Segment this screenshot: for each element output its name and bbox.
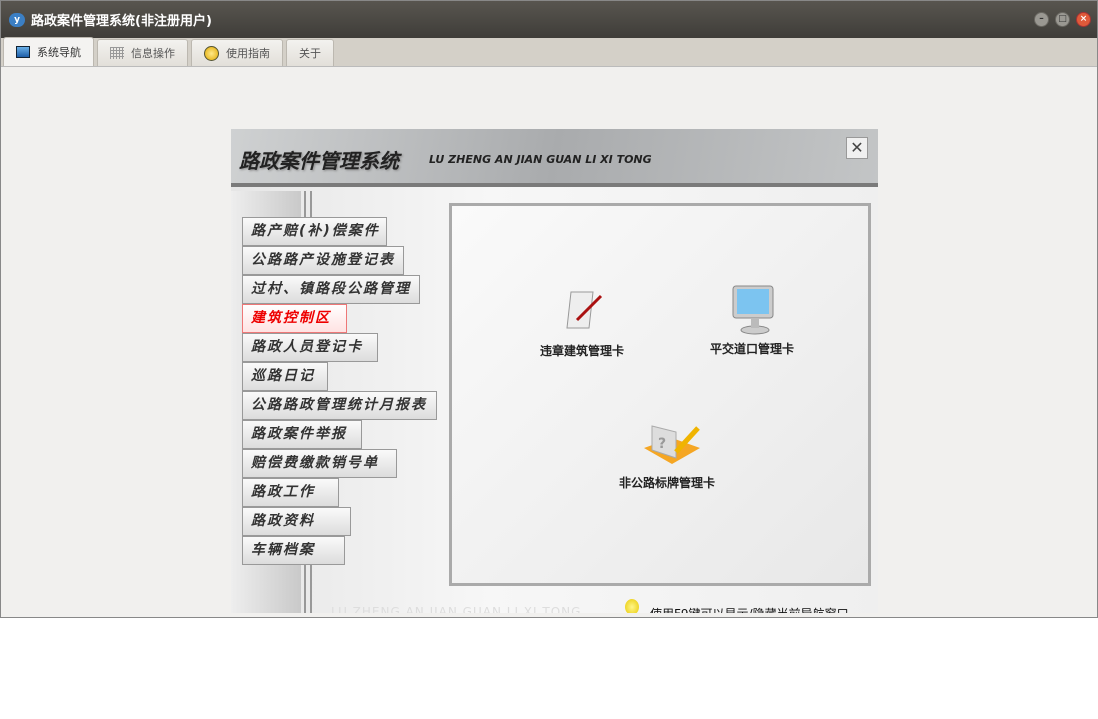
content-area: 违章建筑管理卡 平交道口管理卡 ? 非公路标牌管理卡 — [449, 203, 871, 586]
menu-item[interactable]: 路政工作 — [242, 478, 339, 507]
menu-item[interactable]: 车辆档案 — [242, 536, 345, 565]
tab-bar: 系统导航 信息操作 使用指南 关于 — [1, 37, 1097, 67]
menu-item[interactable]: 路政资料 — [242, 507, 351, 536]
menu-item[interactable]: 巡路日记 — [242, 362, 328, 391]
close-icon[interactable]: ✕ — [846, 137, 868, 159]
card-label: 非公路标牌管理卡 — [618, 476, 715, 490]
menu-item[interactable]: 路产赔(补)偿案件 — [242, 217, 387, 246]
help-icon — [204, 45, 219, 61]
card-illegal-building[interactable]: 违章建筑管理卡 — [522, 286, 642, 359]
monitor-icon — [727, 284, 777, 335]
menu-item[interactable]: 路政案件举报 — [242, 420, 362, 449]
tab-system-nav[interactable]: 系统导航 — [3, 37, 94, 66]
banner: 路政案件管理系统 LU ZHENG AN JIAN GUAN LI XI TON… — [231, 129, 878, 187]
tab-label: 关于 — [299, 47, 321, 60]
hint-text: 使用F9键可以显示/隐藏当前导航窗口 — [650, 605, 849, 613]
menu-item[interactable]: 赔偿费缴款销号单 — [242, 449, 397, 478]
minimize-button[interactable]: – — [1034, 12, 1049, 27]
menu-item-selected[interactable]: 建筑控制区 — [242, 304, 347, 333]
app-logo-icon: y — [9, 12, 25, 27]
tab-guide[interactable]: 使用指南 — [191, 39, 283, 66]
banner-title: 路政案件管理系统 — [239, 149, 399, 173]
lightbulb-icon — [625, 599, 639, 613]
navigation-panel: 路政案件管理系统 LU ZHENG AN JIAN GUAN LI XI TON… — [231, 129, 878, 613]
menu-item[interactable]: 路政人员登记卡 — [242, 333, 378, 362]
menu-item[interactable]: 公路路政管理统计月报表 — [242, 391, 437, 420]
notebook-icon: ? — [642, 418, 700, 468]
title-bar: y 路政案件管理系统(非注册用户) – □ × — [1, 1, 1097, 38]
card-crossing[interactable]: 平交道口管理卡 — [692, 284, 812, 357]
scroll-icon — [557, 286, 607, 336]
tab-about[interactable]: 关于 — [286, 39, 334, 66]
grid-icon — [110, 47, 124, 59]
window-title: 路政案件管理系统(非注册用户) — [31, 14, 212, 29]
card-signboard[interactable]: ? 非公路标牌管理卡 — [602, 418, 732, 491]
banner-subtitle: LU ZHENG AN JIAN GUAN LI XI TONG — [429, 153, 652, 166]
card-label: 违章建筑管理卡 — [539, 344, 624, 358]
close-window-button[interactable]: × — [1076, 12, 1091, 27]
watermark: LU ZHENG AN JIAN GUAN LI XI TONG — [331, 605, 582, 613]
app-window: y 路政案件管理系统(非注册用户) – □ × 系统导航 信息操作 使用指南 关… — [0, 0, 1098, 618]
menu-item[interactable]: 过村、镇路段公路管理 — [242, 275, 420, 304]
tab-label: 信息操作 — [131, 47, 175, 60]
svg-text:?: ? — [658, 436, 666, 452]
maximize-button[interactable]: □ — [1055, 12, 1070, 27]
tab-label: 使用指南 — [226, 47, 270, 60]
menu-item[interactable]: 公路路产设施登记表 — [242, 246, 404, 275]
card-label: 平交道口管理卡 — [709, 342, 794, 356]
tab-info-ops[interactable]: 信息操作 — [97, 39, 188, 66]
tab-label: 系统导航 — [37, 46, 81, 59]
monitor-icon — [16, 46, 30, 58]
